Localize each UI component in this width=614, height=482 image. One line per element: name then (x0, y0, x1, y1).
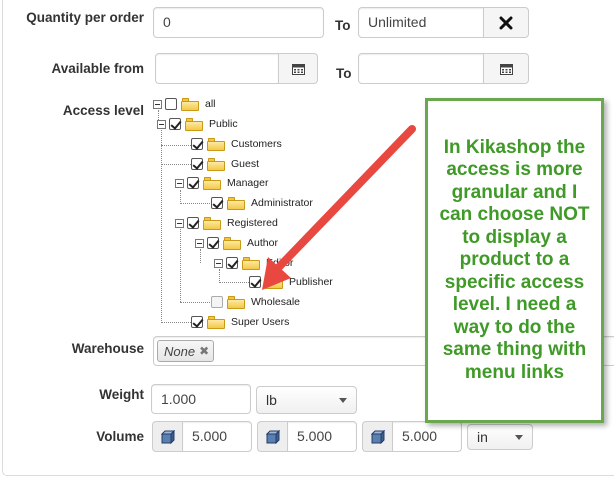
cube-icon (370, 429, 385, 444)
volume-unit-select[interactable]: in (467, 424, 533, 450)
volume-z-addon (362, 421, 392, 452)
publisher-checkbox[interactable] (249, 276, 261, 288)
tree-node-manager: Manager (175, 174, 268, 192)
cube-icon (265, 429, 280, 444)
annotation-callout: In Kikashop the access is more granular … (425, 98, 604, 423)
tree-node-label: Author (247, 237, 278, 249)
administrator-checkbox[interactable] (211, 197, 223, 209)
collapse-toggle-icon[interactable] (175, 178, 184, 188)
public-checkbox[interactable] (169, 118, 181, 130)
folder-icon (207, 137, 225, 151)
folder-icon (203, 216, 221, 230)
collapse-toggle-icon[interactable] (153, 99, 162, 109)
quantity-label: Quantity per order (26, 10, 144, 25)
tree-node-label: Guest (231, 158, 260, 170)
tree-node-label: Wholesale (251, 296, 301, 308)
weight-label: Weight (99, 387, 144, 402)
folder-icon (265, 275, 283, 289)
collapse-toggle-icon[interactable] (195, 238, 204, 248)
warehouse-chip[interactable]: None ✖ (157, 340, 215, 362)
volume-x-addon (152, 421, 182, 452)
x-icon (499, 16, 513, 29)
cube-icon (160, 429, 175, 444)
calendar-icon (499, 63, 513, 75)
quantity-to-input[interactable]: Unlimited (358, 7, 484, 38)
tree-node-customers: Customers (191, 135, 282, 153)
chevron-down-icon (339, 397, 347, 403)
volume-unit-value: in (477, 429, 488, 445)
folder-icon (207, 157, 225, 171)
all-checkbox[interactable] (165, 98, 177, 110)
customers-checkbox[interactable] (191, 138, 203, 150)
quantity-clear-button[interactable] (483, 7, 529, 38)
super-users-checkbox[interactable] (191, 316, 203, 328)
wholesale-checkbox[interactable] (211, 296, 223, 308)
collapse-toggle-icon[interactable] (175, 218, 184, 228)
weight-unit-value: lb (266, 392, 277, 408)
tree-node-super-users: Super Users (191, 313, 289, 331)
tree-node-wholesale: Wholesale (211, 293, 300, 311)
folder-icon (227, 295, 245, 309)
tree-node-all: all (153, 95, 216, 113)
available-to-label: To (336, 66, 352, 81)
volume-y-input[interactable]: 5.000 (287, 421, 357, 452)
folder-icon (203, 176, 221, 190)
editor-checkbox[interactable] (226, 257, 238, 269)
available-to-input[interactable] (358, 53, 484, 84)
weight-input[interactable]: 1.000 (151, 384, 251, 414)
guest-checkbox[interactable] (191, 158, 203, 170)
tree-node-public: Public (157, 115, 238, 133)
remove-icon[interactable]: ✖ (199, 344, 209, 358)
folder-icon (242, 256, 260, 270)
tree-node-label: Publisher (289, 276, 333, 288)
annotation-callout-text: In Kikashop the access is more granular … (439, 136, 590, 383)
volume-label: Volume (96, 429, 144, 444)
quantity-from-input[interactable]: 0 (153, 7, 324, 38)
tree-node-registered: Registered (175, 214, 278, 232)
available-from-calendar-button[interactable] (278, 53, 318, 84)
folder-icon (181, 97, 199, 111)
folder-icon (227, 196, 245, 210)
warehouse-label: Warehouse (71, 341, 144, 356)
tree-node-publisher: Publisher (249, 273, 333, 291)
chevron-down-icon (515, 434, 523, 440)
quantity-to-label: To (335, 18, 351, 33)
folder-icon (223, 236, 241, 250)
volume-z-input[interactable]: 5.000 (392, 421, 462, 452)
available-to-calendar-button[interactable] (483, 53, 529, 84)
tree-node-label: all (205, 98, 216, 110)
tree-node-label: Customers (231, 138, 282, 150)
volume-x-input[interactable]: 5.000 (182, 421, 252, 452)
collapse-toggle-icon[interactable] (214, 258, 223, 268)
tree-node-author: Author (195, 234, 278, 252)
tree-node-guest: Guest (191, 155, 259, 173)
manager-checkbox[interactable] (187, 177, 199, 189)
tree-node-label: Super Users (231, 316, 290, 328)
folder-icon (207, 315, 225, 329)
calendar-icon (291, 63, 305, 75)
tree-node-administrator: Administrator (211, 194, 313, 212)
tree-node-label: Public (209, 118, 238, 130)
tree-node-editor: Editor (214, 254, 293, 272)
access-level-label: Access level (62, 103, 144, 118)
tree-node-label: Registered (227, 217, 278, 229)
available-from-input[interactable] (155, 53, 279, 84)
warehouse-chip-label: None (164, 343, 196, 359)
folder-icon (185, 117, 203, 131)
available-from-label: Available from (51, 61, 144, 76)
registered-checkbox[interactable] (187, 217, 199, 229)
tree-node-label: Manager (227, 177, 269, 189)
tree-node-label: Administrator (251, 197, 313, 209)
author-checkbox[interactable] (207, 237, 219, 249)
volume-y-addon (257, 421, 287, 452)
collapse-toggle-icon[interactable] (157, 119, 166, 129)
weight-unit-select[interactable]: lb (256, 386, 357, 414)
tree-node-label: Editor (266, 257, 294, 269)
